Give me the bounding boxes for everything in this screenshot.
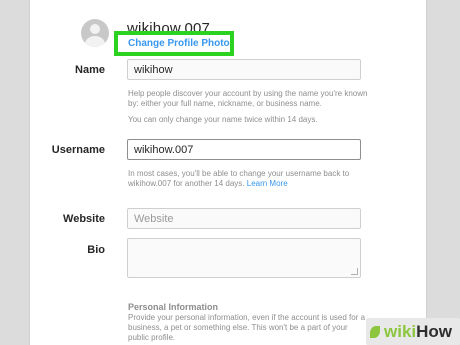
username-input[interactable]: wikihow.007 [127,139,361,160]
wikihow-watermark: wikiHow [366,318,460,345]
website-label: Website [63,213,105,225]
personal-info-text: Provide your personal information, even … [128,313,366,342]
change-profile-photo-link[interactable]: Change Profile Photo [128,38,230,49]
name-help-text: Help people discover your account by usi… [128,89,368,108]
wikihow-logo-wiki: wiki [384,322,417,341]
resize-handle-icon[interactable] [351,268,358,275]
username-label: Username [51,144,105,156]
personal-info-title: Personal Information [128,302,219,312]
wikihow-logo-text: wikiHow [384,322,452,342]
bio-label: Bio [87,244,105,256]
name-input[interactable]: wikihow [127,59,361,80]
wikihow-logo-how: How [416,322,453,341]
avatar[interactable] [81,19,109,47]
avatar-body-shape [85,36,105,47]
username-help-message: In most cases, you'll be able to change … [128,169,350,188]
name-label: Name [75,64,105,76]
website-input[interactable]: Website [127,208,361,229]
name-change-limit-text: You can only change your name twice with… [128,115,318,124]
bio-textarea[interactable] [127,238,361,278]
wikihow-leaf-icon [370,326,380,338]
learn-more-link[interactable]: Learn More [247,179,288,188]
username-help-text: In most cases, you'll be able to change … [128,169,368,189]
avatar-head-shape [90,24,100,34]
